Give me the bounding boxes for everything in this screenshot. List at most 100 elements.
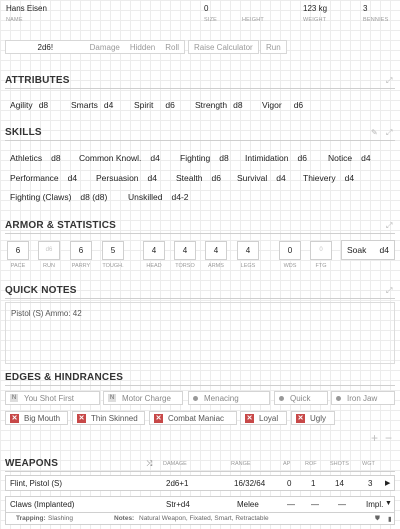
range-header: RANGE: [231, 461, 251, 467]
parry-value[interactable]: 6: [70, 241, 92, 260]
skills-divider: [5, 140, 395, 141]
collapse-arrow-icon[interactable]: ▼: [385, 500, 392, 507]
fatigue-label: FTG: [315, 263, 327, 269]
expand-icon[interactable]: ⤢: [386, 221, 392, 231]
remove-x-icon[interactable]: ✕: [245, 413, 254, 423]
head-label: HEAD: [146, 263, 162, 269]
weapon-row[interactable]: Flint, Pistol (S) 2d6+1 16/32/64 0 1 14 …: [5, 475, 395, 491]
attributes-title: ATTRIBUTES: [5, 75, 70, 86]
run-value[interactable]: d6: [38, 241, 60, 260]
skill-notice[interactable]: Notice d4: [328, 153, 371, 163]
weapons-divider: [5, 471, 395, 472]
notes-divider: [5, 298, 395, 299]
torso-armor-value[interactable]: 4: [174, 241, 196, 260]
raise-calculator-label: Raise Calculator: [194, 42, 253, 52]
remove-x-icon[interactable]: ✕: [10, 413, 19, 423]
arms-armor-value[interactable]: 4: [205, 241, 227, 260]
expand-icon[interactable]: ⤢: [386, 76, 392, 86]
wounds-value[interactable]: 0: [279, 241, 301, 260]
soak-roll-button[interactable]: Soak d4: [341, 240, 395, 260]
shuffle-icon[interactable]: ⤨: [146, 459, 152, 469]
weapon-wgt: Impl.: [366, 500, 384, 509]
attribute-vigor[interactable]: Vigor d6: [262, 100, 303, 110]
remove-x-icon[interactable]: ✕: [154, 413, 163, 423]
skill-thievery[interactable]: Thievery d4: [303, 173, 354, 183]
weapon-damage[interactable]: Str+d4: [166, 500, 190, 509]
edge-motor-charge[interactable]: N Motor Charge: [103, 391, 183, 405]
attribute-spirit[interactable]: Spirit d6: [134, 100, 175, 110]
dice-input[interactable]: 2d6!: [6, 43, 85, 52]
size-value[interactable]: 0: [204, 4, 208, 13]
weapon-row[interactable]: Claws (Implanted) Str+d4 Melee — — — Imp…: [5, 496, 395, 513]
wounds-label: WDS: [283, 263, 297, 269]
remove-x-icon[interactable]: ✕: [296, 413, 305, 423]
remove-x-icon[interactable]: ✕: [77, 413, 86, 423]
skill-stealth[interactable]: Stealth d6: [176, 173, 221, 183]
attribute-agility[interactable]: Agility d8: [10, 100, 48, 110]
trash-icon[interactable]: ▮: [388, 515, 392, 523]
weapon-name: Flint, Pistol (S): [10, 479, 63, 488]
hindrance-combat-maniac[interactable]: ✕ Combat Maniac: [149, 411, 237, 425]
weapon-range: Melee: [237, 500, 259, 509]
wgt-header: WGT: [362, 461, 375, 467]
new-edge-icon: N: [108, 394, 116, 402]
weapons-title: WEAPONS: [5, 458, 59, 469]
run-label: Run: [266, 42, 281, 52]
attribute-strength[interactable]: Strength d8: [195, 100, 243, 110]
skill-unskilled[interactable]: Unskilled d4-2: [128, 192, 189, 202]
hindrance-loyal[interactable]: ✕ Loyal: [240, 411, 287, 425]
weapon-wgt: 3: [368, 479, 373, 488]
weapon-shots[interactable]: 14: [335, 479, 344, 488]
size-label: SIZE: [204, 17, 218, 23]
fatigue-value[interactable]: 0: [310, 241, 332, 260]
skill-athletics[interactable]: Athletics d8: [10, 153, 61, 163]
head-armor-value[interactable]: 4: [143, 241, 165, 260]
skill-common-knowledge[interactable]: Common Knowl. d4: [79, 153, 160, 163]
expand-arrow-icon[interactable]: ▶: [385, 479, 390, 487]
skill-survival[interactable]: Survival d4: [237, 173, 286, 183]
roll-button[interactable]: Roll: [160, 43, 184, 52]
damage-button[interactable]: Damage: [85, 43, 125, 52]
weapon-ap: 0: [287, 479, 292, 488]
edge-you-shot-first[interactable]: N You Shot First: [5, 391, 100, 405]
edge-iron-jaw[interactable]: Iron Jaw: [331, 391, 395, 405]
expand-icon[interactable]: ⤢: [386, 128, 392, 138]
run-button[interactable]: Run: [260, 40, 287, 54]
skill-persuasion[interactable]: Persuasion d4: [96, 173, 157, 183]
skill-fighting[interactable]: Fighting d8: [180, 153, 229, 163]
hindrance-thin-skinned[interactable]: ✕ Thin Skinned: [72, 411, 145, 425]
weapon-rof: 1: [311, 479, 316, 488]
height-label: HEIGHT: [242, 17, 264, 23]
pace-value[interactable]: 6: [7, 241, 29, 260]
legs-label: LEGS: [240, 263, 256, 269]
weapon-ap: —: [287, 500, 295, 509]
legs-armor-value[interactable]: 4: [237, 241, 259, 260]
weight-value[interactable]: 123 kg: [303, 4, 327, 13]
skill-performance[interactable]: Performance d4: [10, 173, 77, 183]
hindrance-big-mouth[interactable]: ✕ Big Mouth: [5, 411, 68, 425]
weapon-damage[interactable]: 2d6+1: [166, 479, 188, 488]
edge-quick[interactable]: Quick: [274, 391, 328, 405]
dice-roller: 2d6! Damage Hidden Roll: [5, 40, 185, 54]
bennies-value[interactable]: 3: [363, 4, 367, 13]
remove-edge-button[interactable]: −: [385, 431, 392, 445]
raise-calculator-button[interactable]: Raise Calculator: [188, 40, 259, 54]
notes-label: Notes:: [114, 515, 135, 522]
edge-menacing[interactable]: Menacing: [188, 391, 270, 405]
skill-fighting-claws[interactable]: Fighting (Claws) d8 (d8): [10, 192, 107, 202]
armor-title: ARMOR & STATISTICS: [5, 220, 117, 231]
weapon-shots: —: [338, 500, 346, 509]
add-edge-button[interactable]: +: [371, 431, 378, 445]
hidden-button[interactable]: Hidden: [125, 43, 160, 52]
edit-icon[interactable]: ✎: [371, 128, 378, 137]
character-name[interactable]: Hans Eisen: [6, 4, 47, 13]
hindrance-ugly[interactable]: ✕ Ugly: [291, 411, 335, 425]
skill-intimidation[interactable]: Intimidation d6: [245, 153, 307, 163]
toughness-value[interactable]: 5: [102, 241, 124, 260]
attribute-smarts[interactable]: Smarts d4: [71, 100, 113, 110]
expand-icon[interactable]: ⤢: [386, 286, 392, 296]
weapon-rof: —: [311, 500, 319, 509]
run-label: RUN: [43, 263, 55, 269]
quick-notes-textarea[interactable]: Pistol (S) Ammo: 42: [5, 302, 395, 364]
soak-die: d4: [379, 245, 389, 255]
